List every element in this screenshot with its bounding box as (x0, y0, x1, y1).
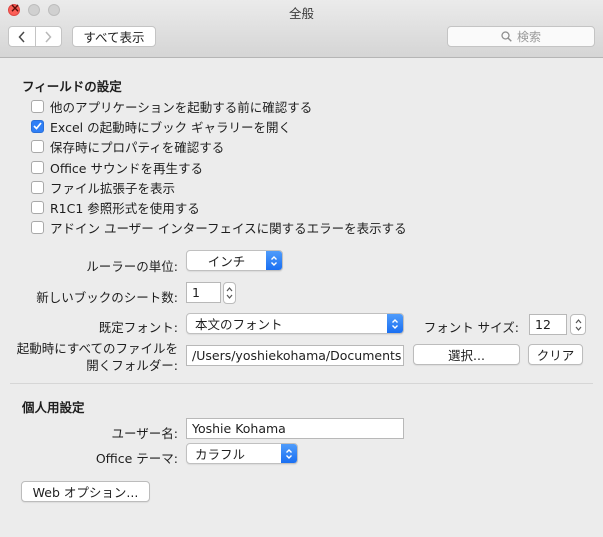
startup-folder-path-field[interactable]: /Users/yoshiekohama/Documents (186, 345, 404, 366)
web-options-button[interactable]: Web オプション... (21, 481, 150, 502)
new-sheets-label: 新しいブックのシート数: (36, 290, 178, 305)
option-label: Excel の起動時にブック ギャラリーを開く (50, 119, 292, 135)
default-font-value: 本文のフォント (195, 317, 283, 332)
forward-button[interactable] (34, 27, 62, 46)
chevron-updown-icon (281, 444, 297, 463)
default-font-label: 既定フォント: (98, 320, 178, 335)
select-folder-button[interactable]: 選択... (413, 344, 520, 365)
option-label: R1C1 参照形式を使用する (50, 200, 200, 216)
font-size-input[interactable]: 12 (529, 314, 567, 335)
search-field[interactable]: 検索 (447, 26, 595, 47)
checkmark-icon (33, 122, 42, 130)
option-show-file-extensions[interactable]: ファイル拡張子を表示 (31, 178, 175, 196)
stepper-arrows-icon (226, 287, 233, 299)
chevron-right-icon (45, 30, 52, 43)
chevron-left-icon (18, 30, 25, 43)
office-theme-popup[interactable]: カラフル (186, 443, 298, 464)
search-placeholder: 検索 (516, 30, 541, 44)
section-divider (10, 383, 593, 384)
option-play-office-sounds[interactable]: Office サウンドを再生する (31, 158, 203, 176)
font-size-label: フォント サイズ: (423, 320, 519, 335)
fields-section-title: フィールドの設定 (22, 79, 122, 94)
checkbox[interactable] (31, 160, 44, 174)
startup-folder-label-line2: 開くフォルダー: (86, 358, 178, 373)
option-confirm-properties-on-save[interactable]: 保存時にプロパティを確認する (31, 137, 224, 155)
checkbox[interactable] (31, 139, 44, 153)
font-size-stepper[interactable] (570, 314, 586, 335)
clear-folder-button[interactable]: クリア (528, 344, 583, 365)
option-label: アドイン ユーザー インターフェイスに関するエラーを表示する (50, 220, 407, 236)
new-sheets-input[interactable]: 1 (186, 282, 221, 303)
preferences-window: 全般 すべて表示 検索 フィールドの設定 他のアプリケーションを起動する前に確認… (0, 0, 603, 537)
checkbox[interactable] (31, 99, 44, 113)
checkbox[interactable] (31, 200, 44, 214)
option-open-workbook-gallery[interactable]: Excel の起動時にブック ギャラリーを開く (31, 117, 291, 135)
user-name-input[interactable]: Yoshie Kohama (186, 418, 404, 439)
title-bar: 全般 すべて表示 検索 (0, 0, 603, 58)
ruler-unit-value: インチ (207, 254, 246, 269)
option-label: Office サウンドを再生する (50, 160, 203, 176)
checkbox[interactable] (31, 180, 44, 194)
chevron-updown-icon (266, 251, 282, 270)
chevron-updown-icon (387, 314, 403, 333)
personal-section-title: 個人用設定 (22, 400, 85, 415)
checkbox-checked[interactable] (31, 119, 44, 133)
ruler-unit-popup[interactable]: インチ (186, 250, 283, 271)
option-label: ファイル拡張子を表示 (50, 180, 176, 196)
stepper-arrows-icon (575, 318, 581, 331)
show-all-button[interactable]: すべて表示 (72, 26, 156, 47)
option-confirm-before-launch[interactable]: 他のアプリケーションを起動する前に確認する (31, 97, 312, 115)
option-label: 他のアプリケーションを起動する前に確認する (50, 99, 313, 115)
ruler-unit-label: ルーラーの単位: (86, 259, 178, 274)
new-sheets-stepper[interactable] (223, 282, 236, 304)
office-theme-label: Office テーマ: (95, 451, 178, 466)
checkbox[interactable] (31, 220, 44, 234)
window-title: 全般 (288, 6, 314, 21)
startup-folder-label: 起動時にすべてのファイルを 開くフォルダー: (10, 340, 178, 374)
option-r1c1-reference-style[interactable]: R1C1 参照形式を使用する (31, 198, 200, 216)
user-name-label: ユーザー名: (111, 426, 178, 441)
search-icon (501, 31, 512, 42)
back-button[interactable] (9, 27, 35, 46)
option-show-addin-ui-errors[interactable]: アドイン ユーザー インターフェイスに関するエラーを表示する (31, 218, 407, 236)
office-theme-value: カラフル (195, 447, 246, 462)
navigation-buttons (8, 26, 62, 47)
default-font-popup[interactable]: 本文のフォント (186, 313, 404, 334)
option-label: 保存時にプロパティを確認する (50, 139, 225, 155)
startup-folder-label-line1: 起動時にすべてのファイルを (16, 341, 178, 356)
